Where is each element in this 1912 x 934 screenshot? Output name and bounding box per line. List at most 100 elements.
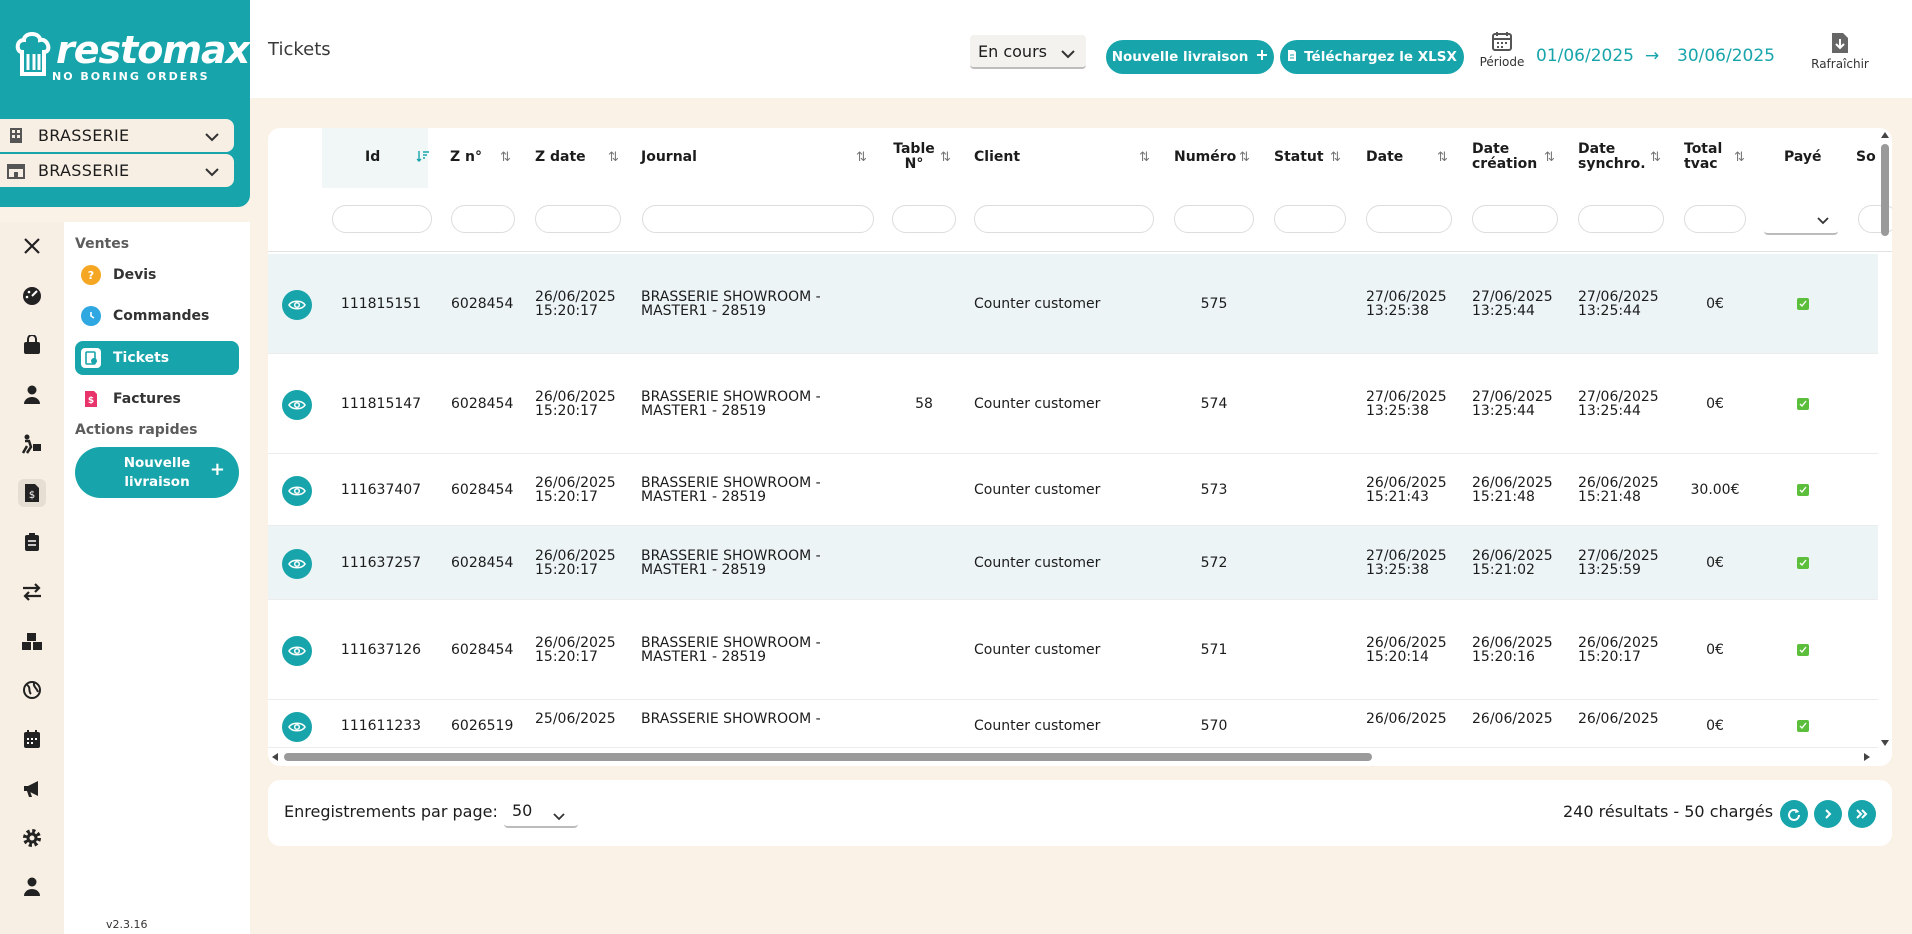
table-row[interactable]: 111815151 6028454 26/06/2025 15:20:17 BRASSE…: [268, 254, 1878, 354]
col-z-date[interactable]: Z date: [535, 150, 586, 165]
cell-date-creation: 27/06/2025 13:25:44: [1472, 390, 1553, 418]
col-date-synchro[interactable]: Date synchro.: [1578, 142, 1646, 172]
view-eye-icon[interactable]: [282, 290, 312, 320]
sort-icon[interactable]: ⇅: [1139, 150, 1150, 165]
view-eye-icon[interactable]: [282, 476, 312, 506]
close-icon[interactable]: [18, 232, 46, 260]
filter-zdate-input[interactable]: [535, 205, 621, 233]
cell-z-number: 6028454: [451, 396, 514, 412]
col-paye[interactable]: Payé: [1784, 150, 1822, 165]
sort-icon[interactable]: ⇅: [940, 150, 951, 165]
date-to[interactable]: 30/06/2025: [1677, 46, 1775, 66]
sort-desc-icon[interactable]: [416, 150, 430, 166]
col-date[interactable]: Date: [1366, 150, 1403, 165]
plus-icon: +: [209, 459, 225, 480]
profile-icon[interactable]: [18, 873, 46, 901]
col-journal[interactable]: Journal: [641, 150, 697, 165]
period-picker[interactable]: Période: [1476, 30, 1528, 69]
reload-icon[interactable]: [1780, 800, 1808, 828]
filter-id-input[interactable]: [332, 205, 432, 233]
col-total-tvac[interactable]: Total tvac: [1684, 142, 1722, 172]
filter-creation-input[interactable]: [1472, 205, 1558, 233]
new-delivery-label: Nouvelle livraison: [1111, 49, 1249, 65]
filter-journal-input[interactable]: [642, 205, 874, 233]
sort-icon[interactable]: ⇅: [1330, 150, 1341, 165]
filter-total-input[interactable]: [1684, 205, 1746, 233]
refresh-button[interactable]: Rafraîchir: [1804, 32, 1876, 71]
restomax-logo[interactable]: restomax NO BORING ORDERS: [14, 30, 250, 83]
gear-icon[interactable]: [18, 824, 46, 852]
horizontal-scrollbar[interactable]: [268, 748, 1878, 766]
date-from[interactable]: 01/06/2025: [1536, 46, 1634, 66]
per-page-select[interactable]: 50: [504, 794, 578, 828]
view-eye-icon[interactable]: [282, 636, 312, 666]
sort-icon[interactable]: ⇅: [856, 150, 867, 165]
cell-journal: BRASSERIE SHOWROOM - MASTER1 - 28519: [641, 636, 821, 664]
table-row[interactable]: 111637257 6028454 26/06/2025 15:20:17 BRASSE…: [268, 526, 1878, 600]
menu-section-sales: Ventes: [75, 236, 130, 252]
filter-date-input[interactable]: [1366, 205, 1452, 233]
transfer-icon[interactable]: [18, 578, 46, 606]
col-table-number[interactable]: Table N°: [892, 142, 936, 172]
calendar-icon[interactable]: [18, 725, 46, 753]
delivery-icon[interactable]: [18, 430, 46, 458]
cell-journal-line1: BRASSERIE SHOWROOM -: [641, 389, 821, 405]
new-delivery-button[interactable]: Nouvelle livraison: [1106, 40, 1274, 74]
quick-new-delivery-button[interactable]: Nouvelle livraison +: [75, 447, 239, 498]
filter-synchro-input[interactable]: [1578, 205, 1664, 233]
view-eye-icon[interactable]: [282, 712, 312, 742]
col-date-creation[interactable]: Date création: [1472, 142, 1537, 172]
menu-item-commandes[interactable]: Commandes: [75, 299, 239, 333]
next-page-icon[interactable]: [1814, 800, 1842, 828]
filter-table-input[interactable]: [892, 205, 956, 233]
table-row[interactable]: 111637126 6028454 26/06/2025 15:20:17 BRASSE…: [268, 600, 1878, 700]
cell-date-synchro-line1: 27/06/2025: [1578, 548, 1659, 564]
col-id[interactable]: Id: [365, 150, 380, 165]
view-eye-icon[interactable]: [282, 549, 312, 579]
cell-total: 0€: [1706, 642, 1724, 658]
download-xlsx-button[interactable]: Téléchargez le XLSX: [1280, 40, 1464, 74]
cell-date-synchro-line1: 26/06/2025: [1578, 635, 1659, 651]
sort-icon[interactable]: ⇅: [1239, 150, 1250, 165]
col-numero[interactable]: Numéro: [1174, 150, 1236, 165]
menu-item-tickets[interactable]: Tickets: [75, 341, 239, 375]
col-so[interactable]: So: [1856, 150, 1876, 165]
bag-icon[interactable]: [18, 331, 46, 359]
clipboard-icon[interactable]: [18, 528, 46, 556]
table-row[interactable]: 111815147 6028454 26/06/2025 15:20:17 BRASSE…: [268, 354, 1878, 454]
cell-numero: 574: [1200, 396, 1228, 412]
menu-item-factures[interactable]: $ Factures: [75, 382, 239, 416]
last-page-icon[interactable]: [1848, 800, 1876, 828]
sort-icon[interactable]: ⇅: [500, 150, 511, 165]
sort-icon[interactable]: ⇅: [1544, 150, 1555, 165]
globe-icon[interactable]: [18, 676, 46, 704]
filter-z-input[interactable]: [451, 205, 515, 233]
megaphone-icon[interactable]: [18, 775, 46, 803]
invoice-icon[interactable]: $: [18, 479, 46, 507]
establishment-select-1[interactable]: BRASSERIE: [0, 119, 234, 152]
filter-statut-input[interactable]: [1274, 205, 1346, 233]
user-icon[interactable]: [18, 381, 46, 409]
col-statut[interactable]: Statut: [1274, 150, 1324, 165]
view-eye-icon[interactable]: [282, 390, 312, 420]
sort-icon[interactable]: ⇅: [1437, 150, 1448, 165]
vertical-scrollbar[interactable]: [1878, 128, 1892, 766]
menu-item-devis[interactable]: ? Devis: [75, 258, 239, 292]
col-client[interactable]: Client: [974, 150, 1020, 165]
filter-client-input[interactable]: [974, 205, 1154, 233]
filter-numero-input[interactable]: [1174, 205, 1254, 233]
cell-date-synchro-line2: 13:25:44: [1578, 303, 1641, 319]
cell-journal-line1: BRASSERIE SHOWROOM -: [641, 289, 821, 305]
col-z-number[interactable]: Z n°: [450, 150, 482, 165]
table-row[interactable]: 111611233 6026519 25/06/2025 BRASSERIE SHOW…: [268, 700, 1878, 748]
filter-paye-select[interactable]: [1764, 205, 1838, 235]
sort-icon[interactable]: ⇅: [1734, 150, 1745, 165]
dashboard-icon[interactable]: [18, 282, 46, 310]
cell-date-line2: 15:21:43: [1366, 489, 1429, 505]
table-row[interactable]: 111637407 6028454 26/06/2025 15:20:17 BRASSE…: [268, 454, 1878, 526]
boxes-icon[interactable]: [18, 627, 46, 655]
establishment-select-2[interactable]: BRASSERIE: [0, 154, 234, 187]
status-select[interactable]: En cours: [970, 35, 1086, 69]
sort-icon[interactable]: ⇅: [608, 150, 619, 165]
sort-icon[interactable]: ⇅: [1650, 150, 1661, 165]
